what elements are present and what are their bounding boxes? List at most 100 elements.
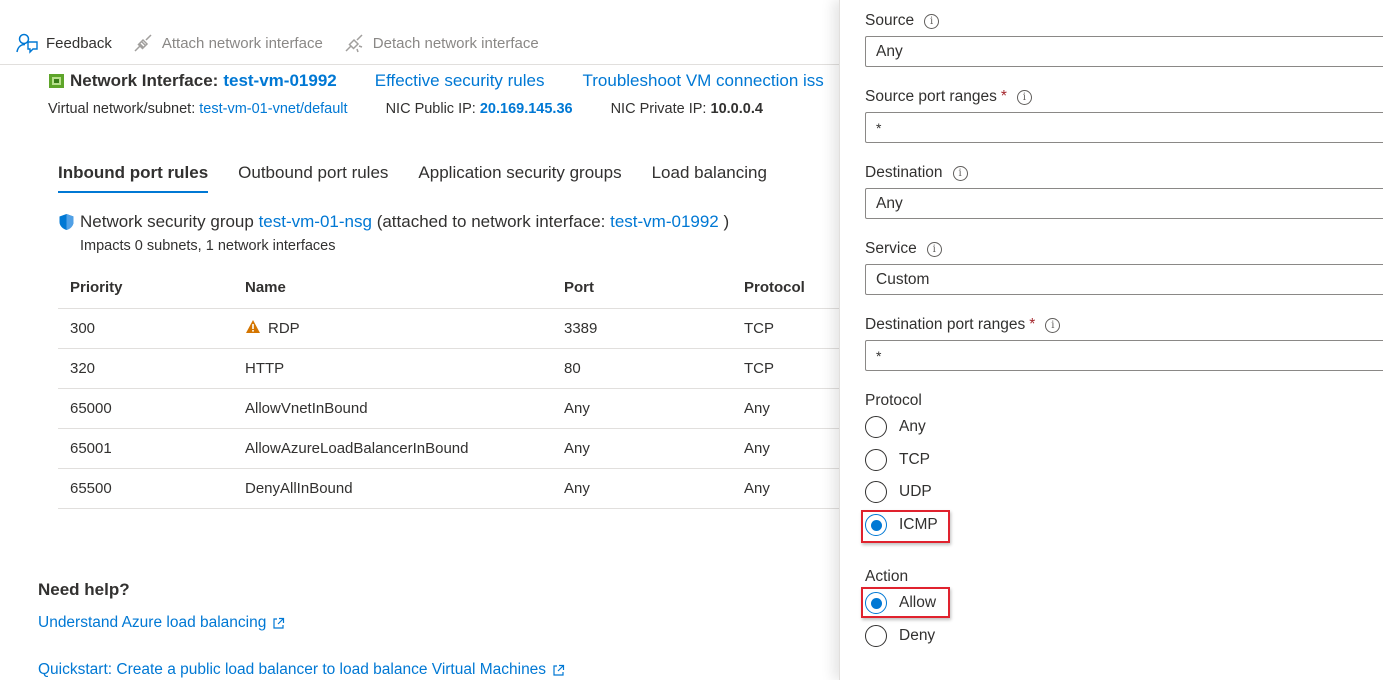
rule-port: Any — [552, 428, 732, 469]
troubleshoot-vm-connection-link[interactable]: Troubleshoot VM connection iss — [583, 71, 824, 91]
nic-properties: Virtual network/subnet: test-vm-01-vnet/… — [48, 101, 801, 117]
network-security-group-info: Network security group test-vm-01-nsg (a… — [58, 212, 729, 232]
info-icon[interactable]: i — [1016, 89, 1032, 105]
source-port-ranges-input[interactable]: * — [865, 112, 1383, 143]
external-link-icon — [552, 664, 565, 677]
radio-circle[interactable] — [865, 449, 887, 471]
feedback-label: Feedback — [46, 34, 112, 52]
info-icon[interactable]: i — [926, 241, 942, 257]
rule-port: Any — [552, 468, 732, 509]
rule-port: Any — [552, 388, 732, 429]
radio-circle[interactable] — [865, 481, 887, 503]
toolbar-divider — [0, 64, 840, 65]
column-header-priority[interactable]: Priority — [58, 268, 233, 309]
icmp-highlight-box — [861, 510, 950, 543]
source-dropdown[interactable]: Any — [865, 36, 1383, 67]
feedback-button[interactable]: Feedback — [16, 32, 112, 54]
info-icon[interactable]: i — [952, 165, 968, 181]
rule-priority: 300 — [58, 308, 233, 349]
rule-protocol: TCP — [732, 308, 840, 349]
radio-label: Any — [899, 418, 926, 435]
radio-circle[interactable] — [865, 416, 887, 438]
quickstart-load-balancer-text: Quickstart: Create a public load balance… — [38, 661, 547, 678]
inbound-rules-table: Priority Name Port Protocol 300 RDP 3389… — [58, 268, 840, 509]
nsg-nic-link[interactable]: test-vm-01992 — [610, 212, 719, 232]
public-ip-link[interactable]: 20.169.145.36 — [480, 101, 573, 117]
quickstart-load-balancer-link[interactable]: Quickstart: Create a public load balance… — [38, 661, 565, 679]
action-radio-deny[interactable]: Deny — [865, 625, 935, 647]
warning-icon — [245, 319, 261, 334]
rule-priority: 320 — [58, 348, 233, 389]
understand-load-balancing-link[interactable]: Understand Azure load balancing — [38, 614, 285, 632]
network-interface-header: Network Interface: test-vm-01992 Effecti… — [48, 70, 824, 92]
info-icon[interactable]: i — [924, 13, 940, 29]
destination-port-ranges-label-text: Destination port ranges — [865, 316, 1026, 333]
source-port-ranges-label: Source port ranges * i — [865, 88, 1032, 106]
detach-network-interface-button[interactable]: Detach network interface — [343, 32, 539, 54]
rule-priority: 65500 — [58, 468, 233, 509]
protocol-radio-any[interactable]: Any — [865, 416, 926, 438]
private-ip-value: 10.0.0.4 — [710, 101, 763, 117]
nic-private-ip: NIC Private IP: 10.0.0.4 — [611, 101, 763, 117]
protocol-radio-tcp[interactable]: TCP — [865, 449, 930, 471]
destination-dropdown[interactable]: Any — [865, 188, 1383, 219]
vnet-subnet-link[interactable]: test-vm-01-vnet/default — [199, 101, 347, 117]
service-label: Service i — [865, 240, 942, 258]
nsg-impacts: Impacts 0 subnets, 1 network interfaces — [80, 238, 336, 254]
private-ip-label: NIC Private IP: — [610, 101, 707, 117]
nic-public-ip: NIC Public IP: 20.169.145.36 — [386, 101, 573, 117]
source-label-text: Source — [865, 12, 915, 29]
table-row[interactable]: 320 HTTP 80 TCP — [58, 348, 840, 389]
table-row[interactable]: 65500 DenyAllInBound Any Any — [58, 468, 840, 509]
need-help-heading: Need help? — [38, 580, 130, 599]
action-label: Action — [865, 568, 909, 585]
public-ip-label: NIC Public IP: — [385, 101, 476, 117]
service-dropdown[interactable]: Custom — [865, 264, 1383, 295]
rules-tabs: Inbound port rules Outbound port rules A… — [58, 163, 797, 193]
rule-protocol: Any — [732, 468, 840, 509]
destination-port-ranges-input[interactable]: * — [865, 340, 1383, 371]
shield-icon — [58, 213, 75, 231]
external-link-icon — [272, 617, 285, 630]
effective-security-rules-link[interactable]: Effective security rules — [375, 71, 545, 91]
rule-port: 80 — [552, 348, 732, 389]
nsg-prefix: Network security group — [80, 212, 254, 231]
rule-name-text: RDP — [268, 320, 300, 337]
radio-circle[interactable] — [865, 625, 887, 647]
table-row[interactable]: 300 RDP 3389 TCP — [58, 308, 840, 349]
tab-outbound-port-rules[interactable]: Outbound port rules — [238, 163, 388, 193]
radio-label: UDP — [899, 483, 932, 500]
rule-priority: 65000 — [58, 388, 233, 429]
rule-name: RDP — [233, 308, 552, 349]
tab-application-security-groups[interactable]: Application security groups — [418, 163, 621, 193]
rule-name: AllowAzureLoadBalancerInBound — [233, 428, 552, 469]
rule-port: 3389 — [552, 308, 732, 349]
source-port-ranges-label-text: Source port ranges — [865, 88, 997, 105]
network-interface-name-link[interactable]: test-vm-01992 — [223, 71, 336, 91]
info-icon[interactable]: i — [1045, 317, 1061, 333]
plug-icon — [132, 32, 154, 54]
table-row[interactable]: 65001 AllowAzureLoadBalancerInBound Any … — [58, 428, 840, 469]
column-header-port[interactable]: Port — [552, 268, 732, 309]
tab-inbound-port-rules[interactable]: Inbound port rules — [58, 163, 209, 193]
attach-network-interface-button[interactable]: Attach network interface — [132, 32, 323, 54]
nsg-suffix: ) — [723, 212, 730, 231]
protocol-radio-udp[interactable]: UDP — [865, 481, 932, 503]
rule-priority: 65001 — [58, 428, 233, 469]
service-label-text: Service — [865, 240, 917, 257]
table-header-row: Priority Name Port Protocol — [58, 268, 840, 309]
nsg-name-link[interactable]: test-vm-01-nsg — [259, 212, 372, 232]
rule-name: AllowVnetInBound — [233, 388, 552, 429]
destination-port-ranges-label: Destination port ranges * i — [865, 316, 1061, 334]
table-row[interactable]: 65000 AllowVnetInBound Any Any — [58, 388, 840, 429]
understand-load-balancing-text: Understand Azure load balancing — [38, 614, 267, 631]
column-header-protocol[interactable]: Protocol — [732, 268, 840, 309]
tab-load-balancing[interactable]: Load balancing — [652, 163, 767, 193]
column-header-name[interactable]: Name — [233, 268, 552, 309]
rule-name: HTTP — [233, 348, 552, 389]
destination-label-text: Destination — [865, 164, 943, 181]
vnet-subnet: Virtual network/subnet: test-vm-01-vnet/… — [48, 101, 348, 117]
attach-label: Attach network interface — [161, 34, 323, 52]
vnet-subnet-label: Virtual network/subnet: — [48, 101, 196, 117]
destination-label: Destination i — [865, 164, 968, 182]
